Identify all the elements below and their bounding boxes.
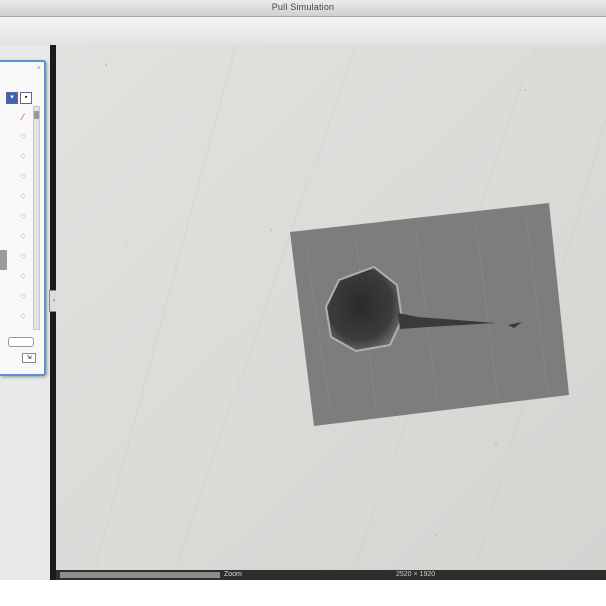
resize-icon[interactable]: ⇲ [22,353,36,363]
palette-tab-1[interactable]: ▾ [6,92,18,104]
tool-item-icon[interactable]: ◇ [14,232,32,252]
pencil-tool-icon[interactable]: ⁄ [14,112,32,132]
panel-edge-marker [0,250,7,270]
toolbar [0,17,606,46]
palette-tab-2[interactable]: ▪ [20,92,32,104]
tool-item-icon[interactable]: ◇ [14,292,32,312]
image-canvas[interactable] [56,45,606,570]
palette-close-icon[interactable]: × [37,65,41,72]
status-zoom: Zoom [224,571,242,578]
palette-tabs: ▾ ▪ [6,92,32,104]
tool-item-icon[interactable]: ◇ [14,192,32,212]
palette-value-field[interactable] [8,337,34,347]
window-titlebar[interactable]: Pull Simulation [0,0,606,17]
palette-footer: ⇲ [8,337,36,363]
tool-item-icon[interactable]: ◇ [14,312,32,332]
palette-tool-list: ⁄ ◇ ◇ ◇ ◇ ◇ ◇ ◇ ◇ ◇ ◇ [14,112,32,332]
tool-item-icon[interactable]: ◇ [14,172,32,192]
status-info: 2520 × 1920 [396,571,436,578]
tool-item-icon[interactable]: ◇ [14,252,32,272]
palette-scroll-thumb[interactable] [34,111,39,119]
canvas-image [56,45,606,570]
tool-palette[interactable]: × ▾ ▪ ⁄ ◇ ◇ ◇ ◇ ◇ ◇ ◇ ◇ ◇ ◇ ⇲ [0,60,46,376]
palette-scrollbar[interactable] [33,106,40,330]
bottom-area [0,580,606,606]
tool-item-icon[interactable]: ◇ [14,132,32,152]
progress-bar [60,572,220,578]
tool-item-icon[interactable]: ◇ [14,272,32,292]
tool-item-icon[interactable]: ◇ [14,152,32,172]
status-bar: Zoom 2520 × 1920 [56,570,606,580]
tool-item-icon[interactable]: ◇ [14,212,32,232]
window-title: Pull Simulation [271,2,335,12]
